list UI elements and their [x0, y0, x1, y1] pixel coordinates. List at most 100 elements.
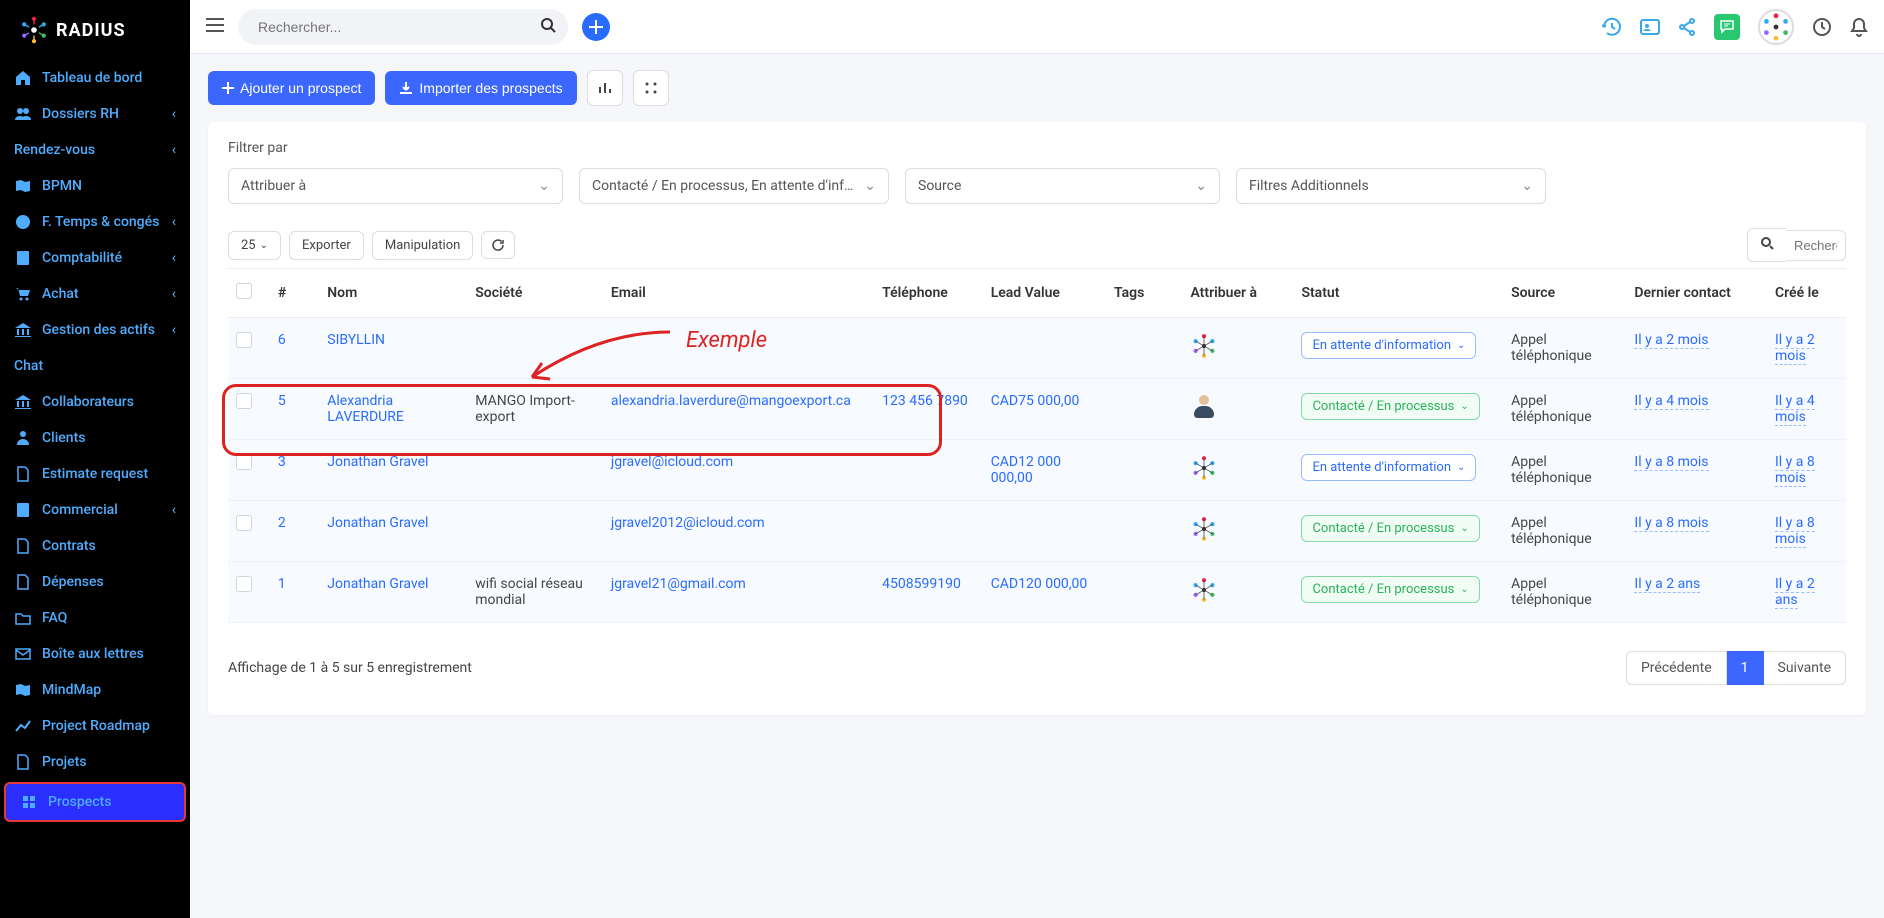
- bell-icon[interactable]: [1850, 17, 1868, 37]
- sidebar-item-d-penses[interactable]: Dépenses‹: [0, 564, 190, 600]
- row-created[interactable]: Il y a 2 ans: [1775, 576, 1815, 609]
- status-badge[interactable]: Contacté / En processus⌄: [1301, 515, 1479, 542]
- row-created[interactable]: Il y a 8 mois: [1775, 454, 1815, 487]
- pagesize-select[interactable]: 25⌄: [228, 231, 281, 260]
- chat-icon[interactable]: [1714, 14, 1740, 40]
- assignee-avatar[interactable]: [1190, 454, 1218, 482]
- row-last-contact[interactable]: Il y a 2 mois: [1634, 332, 1708, 349]
- prev-page-button[interactable]: Précédente: [1626, 651, 1727, 685]
- row-checkbox[interactable]: [236, 515, 252, 531]
- sidebar-item-commercial[interactable]: Commercial‹: [0, 492, 190, 528]
- col-num[interactable]: #: [270, 269, 319, 318]
- sidebar-item-prospects[interactable]: Prospects‹: [4, 782, 186, 822]
- row-created[interactable]: Il y a 4 mois: [1775, 393, 1815, 426]
- assignee-avatar[interactable]: [1190, 515, 1218, 543]
- sidebar-item-chat[interactable]: Chat‹: [0, 348, 190, 384]
- search-icon[interactable]: [540, 17, 556, 37]
- sidebar-item-mindmap[interactable]: MindMap‹: [0, 672, 190, 708]
- row-name[interactable]: Alexandria LAVERDURE: [327, 393, 404, 425]
- sidebar-item-clients[interactable]: Clients‹: [0, 420, 190, 456]
- sidebar-item-bo-te-aux-lettres[interactable]: Boîte aux lettres‹: [0, 636, 190, 672]
- row-last-contact[interactable]: Il y a 2 ans: [1634, 576, 1700, 593]
- table-search-input[interactable]: [1786, 230, 1846, 261]
- sidebar-item-achat[interactable]: Achat‹: [0, 276, 190, 312]
- sidebar-item-projets[interactable]: Projets‹: [0, 744, 190, 780]
- sidebar-item-collaborateurs[interactable]: Collaborateurs‹: [0, 384, 190, 420]
- col-statut[interactable]: Statut: [1293, 269, 1503, 318]
- filter-status-select[interactable]: Contacté / En processus, En attente d'in…: [579, 168, 889, 204]
- col-attribuer[interactable]: Attribuer à: [1182, 269, 1293, 318]
- sidebar-toggle-icon[interactable]: [206, 18, 224, 36]
- row-email[interactable]: jgravel2012@icloud.com: [611, 515, 765, 531]
- user-avatar[interactable]: [1758, 9, 1794, 45]
- row-checkbox[interactable]: [236, 393, 252, 409]
- sidebar-item-comptabilit-[interactable]: Comptabilité‹: [0, 240, 190, 276]
- row-id[interactable]: 5: [278, 393, 286, 409]
- row-id[interactable]: 3: [278, 454, 286, 470]
- sidebar-item-faq[interactable]: FAQ‹: [0, 600, 190, 636]
- refresh-button[interactable]: [481, 231, 515, 259]
- grid-view-button[interactable]: [633, 70, 669, 106]
- assignee-avatar[interactable]: [1190, 393, 1218, 421]
- col-dernier[interactable]: Dernier contact: [1626, 269, 1767, 318]
- manipulation-button[interactable]: Manipulation: [372, 231, 473, 260]
- row-email[interactable]: alexandria.laverdure@mangoexport.ca: [611, 393, 851, 409]
- row-name[interactable]: Jonathan Gravel: [327, 576, 428, 592]
- share-icon[interactable]: [1678, 18, 1696, 36]
- sidebar-item-project-roadmap[interactable]: Project Roadmap‹: [0, 708, 190, 744]
- sidebar-item-tableau-de-bord[interactable]: Tableau de bord‹: [0, 60, 190, 96]
- row-email[interactable]: jgravel@icloud.com: [611, 454, 733, 470]
- col-source[interactable]: Source: [1503, 269, 1626, 318]
- chart-view-button[interactable]: [587, 70, 623, 106]
- row-phone[interactable]: 4508599190: [882, 576, 961, 592]
- id-card-icon[interactable]: [1640, 19, 1660, 35]
- row-created[interactable]: Il y a 2 mois: [1775, 332, 1815, 365]
- status-badge[interactable]: En attente d'information⌄: [1301, 332, 1476, 359]
- next-page-button[interactable]: Suivante: [1764, 651, 1846, 685]
- row-id[interactable]: 6: [278, 332, 286, 348]
- row-email[interactable]: jgravel21@gmail.com: [611, 576, 746, 592]
- row-checkbox[interactable]: [236, 454, 252, 470]
- row-phone[interactable]: 123 456 7890: [882, 393, 968, 409]
- select-all-checkbox[interactable]: [236, 283, 252, 299]
- col-email[interactable]: Email: [603, 269, 874, 318]
- sidebar-item-rendez-vous[interactable]: Rendez-vous‹: [0, 132, 190, 168]
- status-badge[interactable]: Contacté / En processus⌄: [1301, 393, 1479, 420]
- row-id[interactable]: 1: [278, 576, 286, 592]
- export-button[interactable]: Exporter: [289, 231, 364, 260]
- row-last-contact[interactable]: Il y a 4 mois: [1634, 393, 1708, 410]
- quick-add-button[interactable]: [582, 13, 610, 41]
- sidebar-item-estimate-request[interactable]: Estimate request‹: [0, 456, 190, 492]
- row-last-contact[interactable]: Il y a 8 mois: [1634, 454, 1708, 471]
- sidebar-item-contrats[interactable]: Contrats‹: [0, 528, 190, 564]
- col-societe[interactable]: Société: [467, 269, 603, 318]
- status-badge[interactable]: En attente d'information⌄: [1301, 454, 1476, 481]
- row-name[interactable]: SIBYLLIN: [327, 332, 385, 348]
- row-checkbox[interactable]: [236, 332, 252, 348]
- sidebar-item-dossiers-rh[interactable]: Dossiers RH‹: [0, 96, 190, 132]
- row-checkbox[interactable]: [236, 576, 252, 592]
- row-created[interactable]: Il y a 8 mois: [1775, 515, 1815, 548]
- history-icon[interactable]: [1602, 17, 1622, 37]
- filter-source-select[interactable]: Source⌄: [905, 168, 1220, 204]
- sidebar-item-bpmn[interactable]: BPMN‹: [0, 168, 190, 204]
- status-badge[interactable]: Contacté / En processus⌄: [1301, 576, 1479, 603]
- import-prospects-button[interactable]: Importer des prospects: [385, 71, 576, 105]
- filter-additional-select[interactable]: Filtres Additionnels⌄: [1236, 168, 1546, 204]
- sidebar-item-gestion-des-actifs[interactable]: Gestion des actifs‹: [0, 312, 190, 348]
- table-search-icon[interactable]: [1747, 228, 1786, 262]
- assignee-avatar[interactable]: [1190, 332, 1218, 360]
- assignee-avatar[interactable]: [1190, 576, 1218, 604]
- clock-icon[interactable]: [1812, 17, 1832, 37]
- page-number-button[interactable]: 1: [1727, 651, 1764, 685]
- filter-assign-select[interactable]: Attribuer à⌄: [228, 168, 563, 204]
- col-nom[interactable]: Nom: [319, 269, 467, 318]
- search-input[interactable]: [238, 9, 568, 45]
- col-tel[interactable]: Téléphone: [874, 269, 983, 318]
- add-prospect-button[interactable]: Ajouter un prospect: [208, 71, 375, 105]
- col-tags[interactable]: Tags: [1106, 269, 1182, 318]
- row-name[interactable]: Jonathan Gravel: [327, 454, 428, 470]
- row-name[interactable]: Jonathan Gravel: [327, 515, 428, 531]
- col-cree[interactable]: Créé le: [1767, 269, 1846, 318]
- col-leadvalue[interactable]: Lead Value: [983, 269, 1106, 318]
